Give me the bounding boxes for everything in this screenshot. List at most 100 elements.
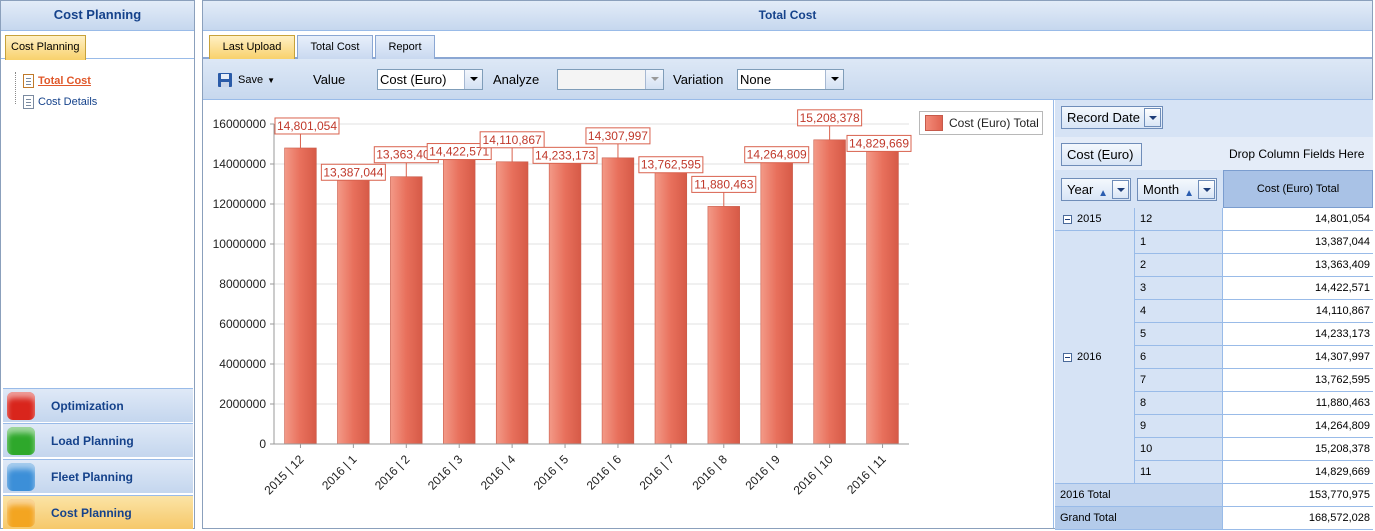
data-label: 14,307,997 xyxy=(588,129,648,143)
variation-combobox-text: None xyxy=(740,72,772,87)
month-row-header[interactable]: 4 xyxy=(1135,300,1223,323)
tree-item-cost-details[interactable]: Cost Details xyxy=(23,94,97,110)
analyze-combobox[interactable] xyxy=(557,69,664,90)
bar xyxy=(601,157,635,445)
month-row-header[interactable]: 5 xyxy=(1135,323,1223,346)
value-cell: 14,829,669 xyxy=(1223,461,1373,484)
tab-total-cost[interactable]: Total Cost xyxy=(297,35,373,59)
filter-dropdown-icon[interactable] xyxy=(1144,108,1161,127)
value-combobox-text: Cost (Euro) xyxy=(380,72,447,87)
pivot-grid: Record Date Cost (Euro) Drop Column Fiel… xyxy=(1055,100,1373,530)
bar xyxy=(548,159,582,445)
bar xyxy=(813,139,846,445)
nav-button-label: Fleet Planning xyxy=(51,469,134,484)
month-row-header[interactable]: 11 xyxy=(1135,461,1223,484)
nav-button-label: Optimization xyxy=(51,398,124,413)
tab-cost-planning[interactable]: Cost Planning xyxy=(5,35,86,60)
nav-button-load-planning[interactable]: Load Planning xyxy=(3,423,193,457)
value-cell: 11,880,463 xyxy=(1223,392,1373,415)
value-cell: 14,264,809 xyxy=(1223,415,1373,438)
year-field-button[interactable]: Year ▲ xyxy=(1061,178,1131,201)
dropdown-arrow-icon[interactable] xyxy=(464,70,482,89)
y-tick-label: 12000000 xyxy=(213,197,267,211)
subtotal-row-header[interactable]: 2016 Total xyxy=(1055,484,1223,507)
x-tick-label: 2016 | 10 xyxy=(791,452,836,497)
legend-swatch xyxy=(925,115,943,131)
month-row-header[interactable]: 3 xyxy=(1135,277,1223,300)
left-panel-title: Cost Planning xyxy=(1,1,194,31)
month-field-label: Month xyxy=(1143,182,1180,197)
tab-report[interactable]: Report xyxy=(375,35,435,59)
chevron-down-icon: ▼ xyxy=(267,75,275,85)
left-tabstrip: Cost Planning xyxy=(1,31,194,60)
record-date-filter-button[interactable]: Record Date xyxy=(1061,106,1163,129)
x-tick-label: 2015 | 12 xyxy=(261,452,306,497)
month-row-header[interactable]: 2 xyxy=(1135,254,1223,277)
data-field-button[interactable]: Cost (Euro) xyxy=(1061,143,1142,166)
x-tick-label: 2016 | 6 xyxy=(584,452,625,493)
data-label: 11,880,463 xyxy=(694,177,753,191)
data-label: 14,233,173 xyxy=(535,148,595,162)
month-row-header[interactable]: 8 xyxy=(1135,392,1223,415)
month-row-header[interactable]: 7 xyxy=(1135,369,1223,392)
save-button[interactable]: Save ▼ xyxy=(217,69,275,91)
x-tick-label: 2016 | 7 xyxy=(637,452,678,493)
month-field-button[interactable]: Month ▲ xyxy=(1137,178,1217,201)
y-tick-label: 4000000 xyxy=(219,357,266,371)
month-row-header[interactable]: 9 xyxy=(1135,415,1223,438)
bar xyxy=(760,158,793,445)
bar xyxy=(337,175,370,445)
filter-dropdown-icon[interactable] xyxy=(1112,180,1129,199)
tree-item-total-cost[interactable]: Total Cost xyxy=(23,73,91,89)
value-cell: 14,233,173 xyxy=(1223,323,1373,346)
nav-button-optimization[interactable]: Optimization xyxy=(3,388,193,422)
nav-button-fleet-planning[interactable]: Fleet Planning xyxy=(3,459,193,493)
value-label: Value xyxy=(313,72,346,87)
data-label: 14,264,809 xyxy=(747,148,807,162)
variation-combobox[interactable]: None xyxy=(737,69,844,90)
document-icon xyxy=(23,95,34,109)
value-column-header[interactable]: Cost (Euro) Total xyxy=(1223,170,1373,208)
dropdown-arrow-icon[interactable] xyxy=(645,70,663,89)
y-tick-label: 14000000 xyxy=(213,157,267,171)
toolbar: Save ▼ Value Cost (Euro) Analyze Variati… xyxy=(203,59,1372,100)
collapse-minus-icon[interactable] xyxy=(1063,214,1072,224)
data-label: 14,829,669 xyxy=(849,136,909,150)
value-cell: 13,762,595 xyxy=(1223,369,1373,392)
tree-item-label: Cost Details xyxy=(38,96,98,108)
x-tick-label: 2016 | 11 xyxy=(844,452,889,497)
column-drop-hint: Drop Column Fields Here xyxy=(1229,147,1365,161)
x-tick-label: 2016 | 8 xyxy=(689,452,730,493)
month-row-header[interactable]: 12 xyxy=(1135,208,1223,231)
grand-total-value-cell: 168,572,028 xyxy=(1223,507,1373,530)
grand-total-row-header[interactable]: Grand Total xyxy=(1055,507,1223,530)
value-cell: 15,208,378 xyxy=(1223,438,1373,461)
data-label: 15,208,378 xyxy=(800,111,860,125)
data-label: 14,801,054 xyxy=(277,119,337,133)
x-tick-label: 2016 | 5 xyxy=(531,452,572,493)
value-cell: 13,387,044 xyxy=(1223,231,1373,254)
red-orb-icon xyxy=(7,391,35,420)
month-row-header[interactable]: 6 xyxy=(1135,346,1223,369)
filter-dropdown-icon[interactable] xyxy=(1198,180,1215,199)
data-label: 13,762,595 xyxy=(641,158,701,172)
value-cell: 14,110,867 xyxy=(1223,300,1373,323)
bar xyxy=(654,168,688,445)
green-orb-icon xyxy=(7,426,35,455)
dropdown-arrow-icon[interactable] xyxy=(825,70,843,89)
value-combobox[interactable]: Cost (Euro) xyxy=(377,69,483,90)
y-tick-label: 10000000 xyxy=(213,237,267,251)
nav-button-label: Load Planning xyxy=(51,433,134,448)
year-row-header[interactable]: 2016 xyxy=(1055,231,1135,484)
month-row-header[interactable]: 10 xyxy=(1135,438,1223,461)
collapse-minus-icon[interactable] xyxy=(1063,352,1072,362)
nav-button-cost-planning[interactable]: Cost Planning xyxy=(3,495,193,529)
chart-legend: Cost (Euro) Total xyxy=(919,111,1043,135)
tab-last-upload[interactable]: Last Upload xyxy=(209,35,295,59)
month-row-header[interactable]: 1 xyxy=(1135,231,1223,254)
bar xyxy=(390,176,423,445)
y-tick-label: 6000000 xyxy=(219,317,266,331)
x-tick-label: 2016 | 1 xyxy=(319,452,360,493)
x-tick-label: 2016 | 3 xyxy=(425,452,466,493)
year-row-header[interactable]: 2015 xyxy=(1055,208,1135,231)
